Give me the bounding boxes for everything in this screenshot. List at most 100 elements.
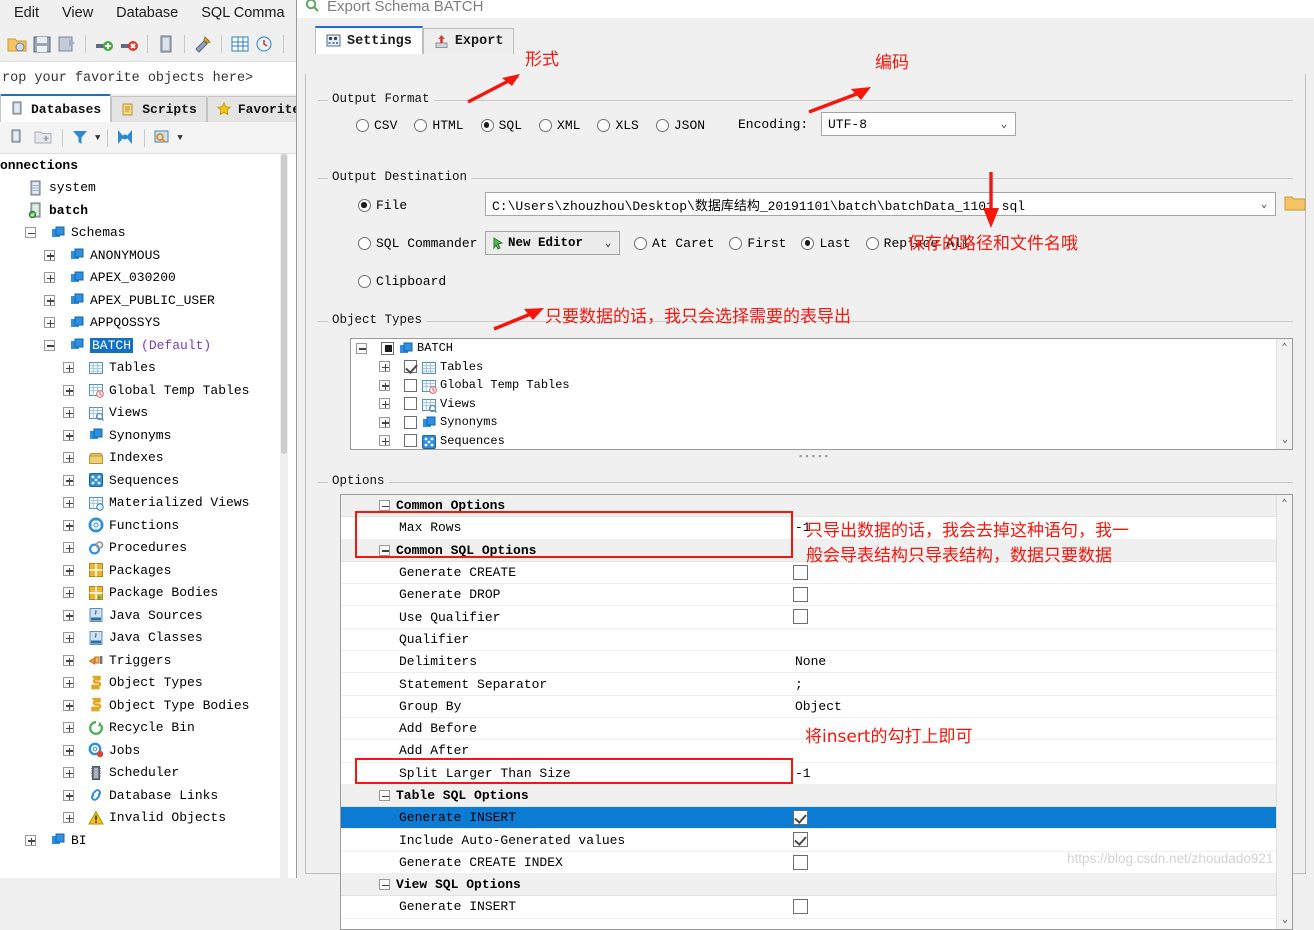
tree-expander-icon[interactable] (63, 475, 74, 486)
grid-icon[interactable] (229, 33, 251, 55)
tree-expander-icon[interactable] (379, 398, 390, 409)
tree-item-package-bodies[interactable]: Package Bodies (0, 582, 288, 605)
tree-item-object-types[interactable]: Object Types (0, 672, 288, 695)
object-type-checkbox[interactable] (404, 416, 417, 429)
tree-item-java-sources[interactable]: Java Sources (0, 604, 288, 627)
radio-indicator[interactable] (356, 119, 369, 132)
options-row-checkbox[interactable] (793, 832, 808, 847)
options-group-row-common-options[interactable]: Common Options (341, 495, 1292, 517)
tree-expander-icon[interactable] (63, 452, 74, 463)
chevron-down-icon[interactable]: ⌄ (601, 236, 615, 250)
radio-indicator[interactable] (634, 237, 647, 250)
tree-expander-icon[interactable] (63, 767, 74, 778)
object-type-row-views[interactable]: Views (351, 395, 1292, 414)
tab-scripts[interactable]: Scripts (111, 96, 207, 122)
radio-indicator[interactable] (358, 199, 371, 212)
tree-item-recycle-bin[interactable]: Recycle Bin (0, 717, 288, 740)
tree-expander-icon[interactable] (44, 250, 55, 261)
object-types-list[interactable]: BATCHTablesGlobal Temp TablesViewsSynony… (351, 339, 1292, 450)
connect-icon[interactable] (93, 33, 115, 55)
radio-indicator[interactable] (729, 237, 742, 250)
tab-export[interactable]: Export (423, 28, 515, 54)
object-type-checkbox[interactable] (404, 397, 417, 410)
tree-expander-icon[interactable] (63, 587, 74, 598)
options-row-checkbox[interactable] (793, 810, 808, 825)
resize-grip[interactable]: ▪▪▪▪▪ (798, 452, 830, 462)
options-row-checkbox[interactable] (793, 587, 808, 602)
options-row-generate-insert[interactable]: Generate INSERT (341, 896, 1292, 918)
chevron-down-icon[interactable]: ▼ (177, 133, 182, 143)
tree-expander-icon[interactable] (63, 610, 74, 621)
radio-indicator[interactable] (481, 119, 494, 132)
tree-expander-icon[interactable] (63, 520, 74, 531)
tree-collapser-icon[interactable] (25, 227, 36, 238)
favorites-drop-hint[interactable]: rop your favorite objects here> (0, 62, 296, 94)
tree-item-java-classes[interactable]: Java Classes (0, 627, 288, 650)
tools-icon[interactable] (192, 33, 214, 55)
tree-expander-icon[interactable] (44, 295, 55, 306)
object-type-row-tables[interactable]: Tables (351, 358, 1292, 377)
options-row-checkbox[interactable] (793, 899, 808, 914)
group-collapser-icon[interactable] (379, 545, 390, 556)
radio-xml[interactable]: XML (539, 118, 580, 133)
browse-folder-icon[interactable] (1284, 192, 1306, 218)
group-collapser-icon[interactable] (379, 500, 390, 511)
radio-last[interactable]: Last (801, 236, 850, 251)
tree-collapser-icon[interactable] (44, 340, 55, 351)
menu-item-database[interactable]: Database (116, 5, 178, 21)
tree-expander-icon[interactable] (63, 565, 74, 576)
tab-favorites[interactable]: Favorites (207, 96, 296, 122)
tab-databases[interactable]: Databases (0, 94, 111, 122)
object-tree-panel[interactable]: onnections systembatchSchemasANONYMOUSAP… (0, 154, 288, 878)
tree-item-procedures[interactable]: Procedures (0, 537, 288, 560)
tree-item-materialized-views[interactable]: Materialized Views (0, 492, 288, 515)
tree-expander-icon[interactable] (25, 835, 36, 846)
tree-expander-icon[interactable] (44, 317, 55, 328)
options-row-checkbox[interactable] (793, 609, 808, 624)
tree-expander-icon[interactable] (44, 272, 55, 283)
radio-indicator[interactable] (358, 237, 371, 250)
tree-expander-icon[interactable] (379, 380, 390, 391)
radio-indicator[interactable] (597, 119, 610, 132)
options-row-statement-separator[interactable]: Statement Separator; (341, 673, 1292, 695)
radio-json[interactable]: JSON (656, 118, 705, 133)
group-collapser-icon[interactable] (379, 879, 390, 890)
tree-expander-icon[interactable] (63, 385, 74, 396)
tree-expander-icon[interactable] (63, 745, 74, 756)
editor-target-select[interactable]: New Editor ⌄ (485, 231, 620, 255)
chevron-down-icon[interactable]: ⌄ (1257, 197, 1271, 211)
tree-item-scheduler[interactable]: Scheduler (0, 762, 288, 785)
chevron-down-icon[interactable]: ⌄ (997, 117, 1011, 131)
object-type-row-synonyms[interactable]: Synonyms (351, 413, 1292, 432)
tree-expander-icon[interactable] (63, 812, 74, 823)
tree-item-list[interactable]: systembatchSchemasANONYMOUSAPEX_030200AP… (0, 177, 288, 852)
options-row-qualifier[interactable]: Qualifier (341, 629, 1292, 651)
tree-expander-icon[interactable] (63, 790, 74, 801)
options-scrollbar[interactable]: ⌃ ⌄ (1276, 495, 1292, 929)
file-path-input[interactable]: C:\Users\zhouzhou\Desktop\数据库结构_20191101… (485, 192, 1276, 216)
tree-expander-icon[interactable] (63, 497, 74, 508)
object-type-checkbox[interactable] (381, 342, 394, 355)
radio-indicator[interactable] (801, 237, 814, 250)
object-type-row-global-temp-tables[interactable]: Global Temp Tables (351, 376, 1292, 395)
tab-settings[interactable]: Settings (315, 26, 423, 54)
save-icon[interactable] (31, 33, 53, 55)
tree-item-system[interactable]: system (0, 177, 288, 200)
save-as-icon[interactable] (56, 33, 78, 55)
object-type-row-sequences[interactable]: Sequences (351, 432, 1292, 451)
options-row-split-larger-than-size[interactable]: Split Larger Than Size-1 (341, 763, 1292, 785)
object-type-checkbox[interactable] (404, 360, 417, 373)
tree-expander-icon[interactable] (63, 542, 74, 553)
menu-item-view[interactable]: View (62, 5, 93, 21)
options-group-row-table-sql-options[interactable]: Table SQL Options (341, 785, 1292, 807)
disconnect-icon[interactable] (118, 33, 140, 55)
radio-indicator[interactable] (358, 275, 371, 288)
tree-item-sequences[interactable]: Sequences (0, 469, 288, 492)
filter-icon[interactable] (70, 127, 92, 149)
tree-item-triggers[interactable]: Triggers (0, 649, 288, 672)
tree-item-indexes[interactable]: Indexes (0, 447, 288, 470)
tree-item-object-type-bodies[interactable]: Object Type Bodies (0, 694, 288, 717)
tree-expander-icon[interactable] (379, 435, 390, 446)
radio-indicator[interactable] (866, 237, 879, 250)
tree-item-packages[interactable]: Packages (0, 559, 288, 582)
